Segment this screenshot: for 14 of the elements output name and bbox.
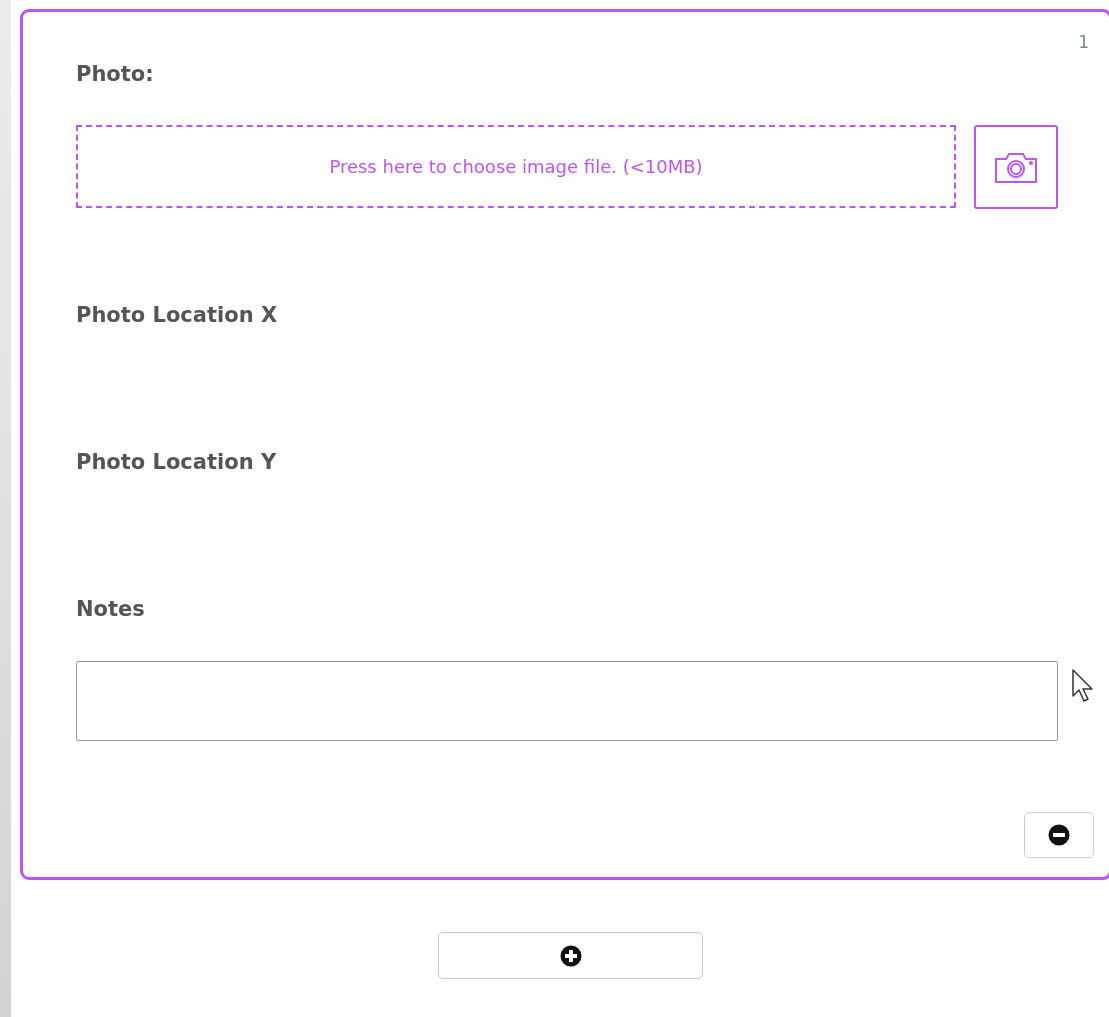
field-label: Photo: (76, 61, 154, 87)
camera-icon (994, 150, 1038, 184)
add-button[interactable] (438, 932, 703, 979)
notes-field[interactable] (76, 661, 1058, 741)
minus-icon (1048, 824, 1070, 846)
field-label: Photo Location Y (76, 449, 277, 475)
camera-button[interactable] (974, 125, 1058, 209)
file-drop-zone[interactable]: Press here to choose image file. (<10MB) (76, 125, 956, 208)
record-index: 1 (1078, 32, 1089, 52)
field-label: Notes (76, 596, 145, 622)
field-label: Photo Location X (76, 302, 278, 328)
cursor-icon (1072, 669, 1094, 703)
plus-icon (559, 944, 582, 967)
remove-button[interactable] (1024, 812, 1094, 858)
